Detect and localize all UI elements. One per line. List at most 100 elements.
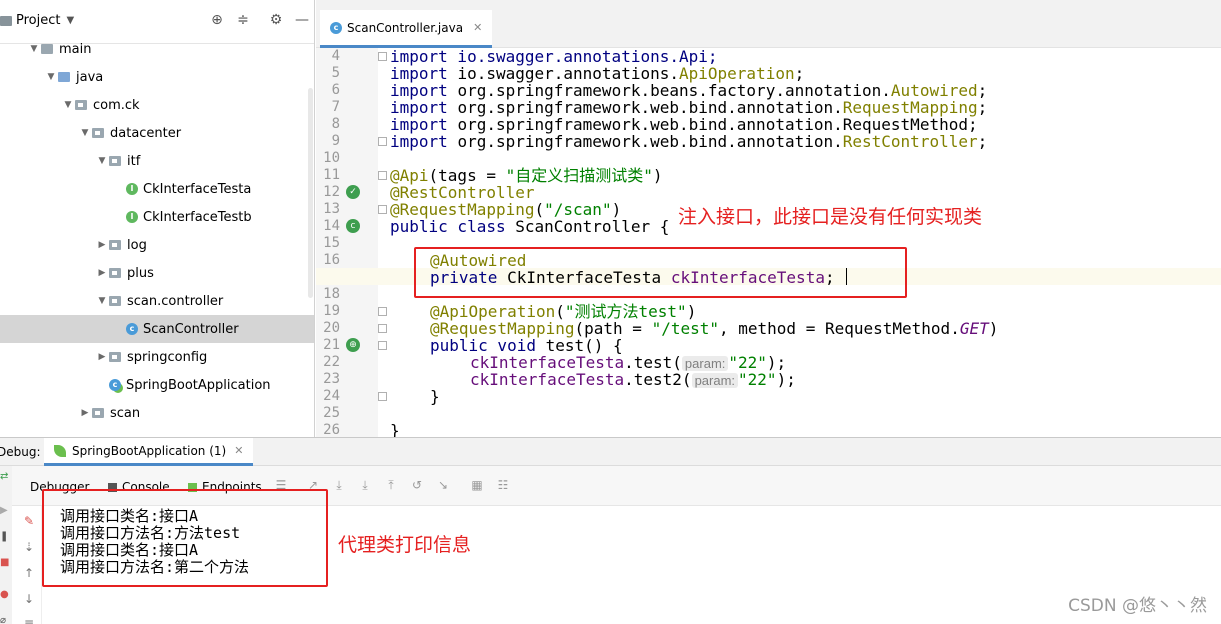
- spring-bean-icon[interactable]: c: [346, 219, 360, 233]
- debug-label: Debug:: [0, 445, 41, 459]
- line-number: 4: [331, 48, 340, 64]
- spring-bean-icon[interactable]: ✓: [346, 185, 360, 199]
- debug-tab-label: SpringBootApplication (1): [72, 443, 227, 458]
- resume-icon[interactable]: ▶: [0, 506, 12, 516]
- line-number: 21: [323, 337, 340, 353]
- run-to-cursor-icon[interactable]: ↘: [436, 478, 450, 492]
- chevron-right-icon[interactable]: ▶: [95, 240, 109, 250]
- code-line-9: import org.springframework.web.bind.anno…: [390, 133, 987, 150]
- line-number: 14: [323, 218, 340, 234]
- tree-item[interactable]: ▼ datacenter: [0, 119, 314, 147]
- debug-header: Debug: SpringBootApplication (1) ✕: [0, 438, 1221, 466]
- scroll-to-end-icon[interactable]: ⇣: [22, 540, 36, 554]
- close-icon[interactable]: ✕: [234, 444, 243, 457]
- package-icon: [92, 128, 104, 138]
- chevron-down-icon[interactable]: ▼: [95, 156, 109, 166]
- code-token: ;: [977, 98, 988, 117]
- mute-breakpoints-icon[interactable]: ⌀: [0, 616, 12, 624]
- package-icon: [109, 156, 121, 166]
- code-line-26: }: [390, 422, 400, 437]
- tree-item-label: CkInterfaceTestb: [143, 209, 252, 225]
- line-number: 8: [331, 116, 340, 132]
- line-number: 16: [323, 252, 340, 268]
- folder-icon: [41, 44, 53, 54]
- collapse-all-icon[interactable]: ≑: [235, 12, 251, 28]
- stop-icon[interactable]: ■: [0, 558, 12, 568]
- step-over-icon[interactable]: ⤓: [332, 478, 346, 492]
- step-out-icon[interactable]: ⤒: [384, 478, 398, 492]
- tree-item[interactable]: c SpringBootApplication: [0, 371, 314, 399]
- tree-item-label: SpringBootApplication: [126, 377, 271, 393]
- soft-wrap-icon[interactable]: ≡: [22, 616, 36, 624]
- step-into-icon[interactable]: ⤓: [358, 478, 372, 492]
- code-line-6: import org.springframework.beans.factory…: [390, 82, 987, 99]
- close-icon[interactable]: ✕: [473, 21, 482, 34]
- fold-marker-icon[interactable]: [378, 307, 387, 316]
- pause-icon[interactable]: ❚: [0, 532, 12, 542]
- tree-item-label: plus: [127, 265, 154, 281]
- line-number: 7: [331, 99, 340, 115]
- tab-scancontroller[interactable]: c ScanController.java ✕: [320, 10, 493, 48]
- source-folder-icon: [58, 72, 70, 82]
- debug-side-toolbar: ⇄ ▶ ❚ ■ ● ⌀: [0, 466, 12, 624]
- clear-icon[interactable]: ✎: [22, 514, 36, 528]
- tree-item[interactable]: ▶ plus: [0, 259, 314, 287]
- chevron-right-icon[interactable]: ▶: [95, 268, 109, 278]
- project-scrollbar[interactable]: [308, 88, 313, 298]
- fold-marker-icon[interactable]: [378, 137, 387, 146]
- minimize-icon[interactable]: —: [294, 12, 310, 28]
- tab-debug-session[interactable]: SpringBootApplication (1) ✕: [44, 438, 254, 466]
- chevron-down-icon[interactable]: ▼: [44, 72, 58, 82]
- line-number: 13: [323, 201, 340, 217]
- fold-marker-icon[interactable]: [378, 171, 387, 180]
- line-number: 23: [323, 371, 340, 387]
- tree-item[interactable]: ▶ scan: [0, 399, 314, 427]
- request-mapping-icon[interactable]: ⊕: [346, 338, 360, 352]
- tree-item[interactable]: c ScanController: [0, 315, 314, 343]
- chevron-right-icon[interactable]: ▶: [95, 352, 109, 362]
- trace-icon[interactable]: ☷: [496, 478, 510, 492]
- tree-item[interactable]: I CkInterfaceTesta: [0, 175, 314, 203]
- parameter-hint: param:: [691, 373, 739, 388]
- tree-item[interactable]: ▼ com.ck: [0, 91, 314, 119]
- line-number: 6: [331, 82, 340, 98]
- chevron-right-icon[interactable]: ▶: [78, 408, 92, 418]
- package-icon: [109, 296, 121, 306]
- tree-item[interactable]: ▼ java: [0, 63, 314, 91]
- rerun-icon[interactable]: ⇄: [0, 472, 12, 482]
- fold-marker-icon[interactable]: [378, 392, 387, 401]
- tree-item[interactable]: ▶ springconfig: [0, 343, 314, 371]
- down-icon[interactable]: ↓: [22, 592, 36, 606]
- tree-item[interactable]: ▼ itf: [0, 147, 314, 175]
- fold-marker-icon[interactable]: [378, 52, 387, 61]
- chevron-down-icon[interactable]: ▼: [95, 296, 109, 306]
- code-token: }: [390, 421, 400, 437]
- project-folder-icon: [0, 15, 12, 26]
- evaluate-expression-icon[interactable]: ▦: [470, 478, 484, 492]
- annotation-note-console: 代理类打印信息: [338, 534, 472, 556]
- tree-item[interactable]: ▶ log: [0, 231, 314, 259]
- up-icon[interactable]: ↑: [22, 566, 36, 580]
- tree-item[interactable]: I CkInterfaceTestb: [0, 203, 314, 231]
- drop-frame-icon[interactable]: ↺: [410, 478, 424, 492]
- chevron-down-icon[interactable]: ▼: [78, 128, 92, 138]
- tree-item-label: ScanController: [143, 321, 239, 337]
- project-view-selector[interactable]: Project ▼: [0, 13, 74, 28]
- chevron-down-icon[interactable]: ▼: [27, 44, 41, 54]
- line-number: 5: [331, 65, 340, 81]
- project-tool-window: Project ▼ ⊕ ≑ ⚙ — ▼ main ▼ java ▼ com.ck ▼ data…: [0, 0, 315, 437]
- tree-item[interactable]: ▼ main: [0, 35, 314, 63]
- spring-boot-class-icon: c: [109, 379, 121, 391]
- code-area[interactable]: import io.swagger.annotations.Api; impor…: [390, 48, 1221, 437]
- tree-item[interactable]: ▼ scan.controller: [0, 287, 314, 315]
- chevron-down-icon[interactable]: ▼: [61, 100, 75, 110]
- code-line-23: ckInterfaceTesta.test2(param: "22");: [470, 371, 796, 388]
- view-breakpoints-icon[interactable]: ●: [0, 590, 12, 600]
- code-line-14: public class ScanController {: [390, 218, 669, 235]
- fold-marker-icon[interactable]: [378, 324, 387, 333]
- fold-marker-icon[interactable]: [378, 341, 387, 350]
- locate-icon[interactable]: ⊕: [209, 12, 225, 28]
- package-icon: [109, 240, 121, 250]
- fold-marker-icon[interactable]: [378, 205, 387, 214]
- gear-icon[interactable]: ⚙: [268, 12, 284, 28]
